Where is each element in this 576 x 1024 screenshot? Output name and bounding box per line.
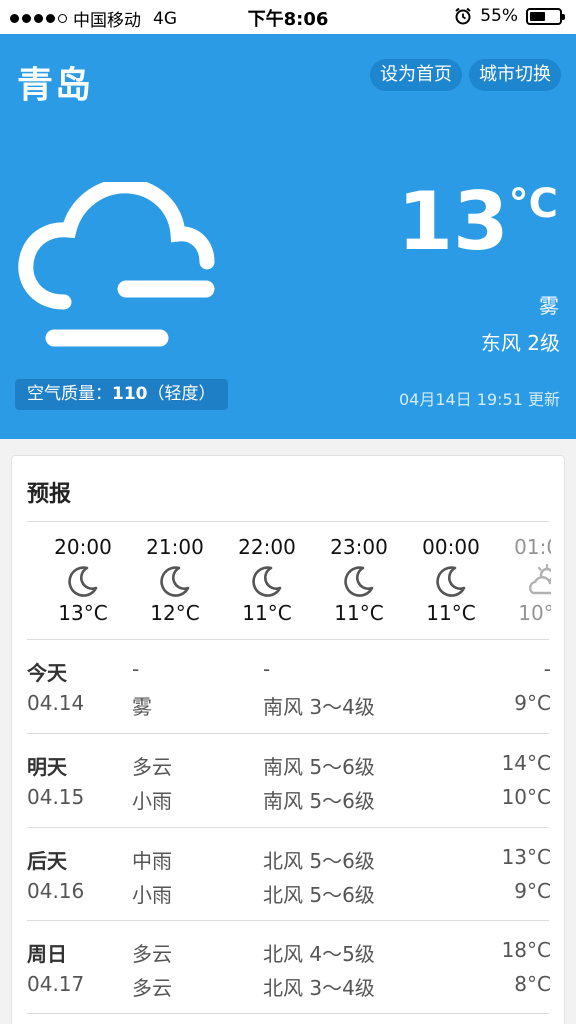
- divider: [27, 733, 549, 734]
- hour-temp: 11°C: [242, 601, 292, 625]
- hour-time: 00:00: [422, 535, 480, 559]
- daily-row-night: 04.17 多云 北风 3～4级 8°C: [27, 972, 551, 1002]
- forecast-card: 预报 20:00 13°C 21:00 12°C 22:00 11°C 23:0…: [11, 455, 565, 1024]
- hour-temp: 13°C: [58, 601, 108, 625]
- status-bar: 中国移动 4G 下午8:06 55%: [0, 0, 576, 34]
- divider: [27, 827, 549, 828]
- day-high: 13°C: [501, 845, 551, 869]
- switch-city-button[interactable]: 城市切换: [469, 59, 561, 91]
- daily-row: 周日 多云 北风 4～5级 18°C 04.17 多云 北风 3～4级 8°C: [27, 938, 551, 1024]
- night-wind: 南风 3～4级: [263, 695, 375, 719]
- hour-time: 20:00: [54, 535, 112, 559]
- current-wind: 东风 2级: [480, 331, 560, 355]
- update-timestamp: 04月14日 19:51 更新: [398, 390, 560, 409]
- hour-time: 21:00: [146, 535, 204, 559]
- daily-row: 后天 中雨 北风 5～6级 13°C 04.16 小雨 北风 5～6级 9°C: [27, 845, 551, 938]
- hourly-item: 01:00 10°C: [497, 522, 551, 625]
- daily-row-night: 04.14 雾 南风 3～4级 9°C: [27, 691, 551, 721]
- day-condition: 多云: [132, 755, 172, 779]
- aqi-level: （轻度）: [147, 384, 216, 404]
- battery-percent: 55%: [480, 6, 518, 26]
- daily-row: 明天 多云 南风 5～6级 14°C 04.15 小雨 南风 5～6级 10°C: [27, 751, 551, 844]
- day-condition: 多云: [132, 942, 172, 966]
- daily-row-day: 今天 - - -: [27, 657, 551, 687]
- hourly-forecast[interactable]: 20:00 13°C 21:00 12°C 22:00 11°C 23:00 1…: [27, 522, 551, 640]
- night-condition: 雾: [132, 695, 152, 719]
- night-condition: 小雨: [132, 789, 172, 813]
- divider: [27, 920, 549, 921]
- day-high: -: [543, 657, 551, 681]
- status-right: 55%: [454, 6, 565, 26]
- set-home-button[interactable]: 设为首页: [370, 59, 462, 91]
- temperature-unit: °C: [508, 181, 558, 227]
- divider: [27, 639, 549, 640]
- daily-row: 今天 - - - 04.14 雾 南风 3～4级 9°C: [27, 657, 551, 750]
- hourly-item: 22:00 11°C: [221, 522, 313, 625]
- day-date: 04.16: [27, 879, 85, 903]
- day-wind: -: [263, 657, 271, 681]
- hour-temp: 10°C: [518, 601, 551, 625]
- hour-time: 23:00: [330, 535, 388, 559]
- daily-row-night: 04.16 小雨 北风 5～6级 9°C: [27, 879, 551, 909]
- day-name: 周日: [27, 942, 67, 966]
- temperature-value: 13: [397, 175, 509, 268]
- hourly-item: 20:00 13°C: [37, 522, 129, 625]
- night-condition: 小雨: [132, 883, 172, 907]
- hour-temp: 11°C: [426, 601, 476, 625]
- day-wind: 北风 4～5级: [263, 942, 375, 966]
- moon-icon: [221, 561, 313, 601]
- day-wind: 南风 5～6级: [263, 755, 375, 779]
- current-condition: 雾: [539, 294, 559, 318]
- hour-temp: 12°C: [150, 601, 200, 625]
- divider: [27, 1013, 549, 1014]
- moon-icon: [37, 561, 129, 601]
- day-date: 04.15: [27, 785, 85, 809]
- day-date: 04.17: [27, 972, 85, 996]
- battery-icon: [526, 7, 565, 25]
- night-condition: 多云: [132, 976, 172, 1000]
- night-wind: 北风 5～6级: [263, 883, 375, 907]
- moon-icon: [405, 561, 497, 601]
- air-quality-badge: 空气质量：110（轻度）: [15, 379, 228, 410]
- aqi-label: 空气质量：: [27, 384, 112, 404]
- daily-row-day: 后天 中雨 北风 5～6级 13°C: [27, 845, 551, 875]
- day-condition: 中雨: [132, 849, 172, 873]
- day-date: 04.14: [27, 691, 85, 715]
- night-wind: 北风 3～4级: [263, 976, 375, 1000]
- day-high: 18°C: [501, 938, 551, 962]
- hour-temp: 11°C: [334, 601, 384, 625]
- day-name: 明天: [27, 755, 67, 779]
- day-low: 9°C: [514, 879, 551, 903]
- daily-row-night: 04.15 小雨 南风 5～6级 10°C: [27, 785, 551, 815]
- hourly-item: 00:00 11°C: [405, 522, 497, 625]
- day-condition: -: [132, 657, 140, 681]
- day-name: 今天: [27, 661, 67, 685]
- current-temperature: 13°C: [397, 182, 558, 262]
- day-high: 14°C: [501, 751, 551, 775]
- daily-row-day: 明天 多云 南风 5～6级 14°C: [27, 751, 551, 781]
- alarm-icon: [455, 7, 471, 25]
- hour-time: 22:00: [238, 535, 296, 559]
- night-wind: 南风 5～6级: [263, 789, 375, 813]
- hourly-item: 21:00 12°C: [129, 522, 221, 625]
- sun-cloud-icon: [497, 561, 551, 601]
- day-low: 10°C: [501, 785, 551, 809]
- city-name: 青岛: [17, 65, 94, 106]
- moon-icon: [313, 561, 405, 601]
- fog-cloud-icon: [18, 182, 215, 347]
- daily-row-day: 周日 多云 北风 4～5级 18°C: [27, 938, 551, 968]
- hourly-item: 23:00 11°C: [313, 522, 405, 625]
- day-low: 9°C: [514, 691, 551, 715]
- day-name: 后天: [27, 849, 67, 873]
- day-low: 8°C: [514, 972, 551, 996]
- moon-icon: [129, 561, 221, 601]
- hour-time: 01:00: [514, 535, 551, 559]
- forecast-title: 预报: [27, 482, 72, 507]
- aqi-value: 110: [112, 384, 148, 404]
- day-wind: 北风 5～6级: [263, 849, 375, 873]
- current-weather-header: 青岛 设为首页 城市切换 13°C 雾 东风 2级 空气质量：110（轻度） 0…: [0, 34, 576, 439]
